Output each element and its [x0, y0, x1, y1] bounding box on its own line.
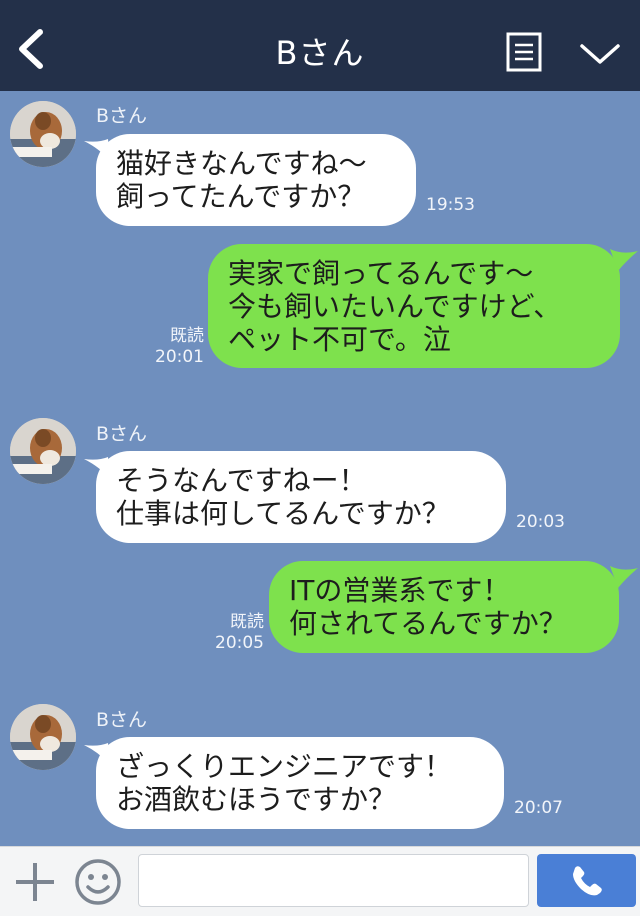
message-bubble-incoming[interactable]: そうなんですねー！ 仕事は何してるんですか？: [96, 451, 506, 543]
input-bar: [0, 846, 640, 916]
plus-icon[interactable]: [14, 861, 56, 903]
message-bubble-incoming[interactable]: ざっくりエンジニアです！ お酒飲むほうですか？: [96, 737, 504, 829]
phone-icon: [573, 866, 602, 896]
sender-name: Bさん: [96, 709, 148, 731]
cat-photo-icon: [10, 704, 76, 770]
call-button[interactable]: [537, 854, 636, 907]
sender-name: Bさん: [96, 423, 148, 445]
bubble-tail: [610, 566, 638, 588]
chat-header: Bさん: [0, 0, 640, 91]
message-list[interactable]: Bさん 猫好きなんですね〜 飼ってたんですか？ 19:53 既読 20:01 実…: [0, 91, 640, 846]
message-time: 20:05: [215, 633, 264, 653]
read-receipt: 既読: [170, 326, 204, 346]
avatar[interactable]: [10, 704, 76, 770]
message-bubble-outgoing[interactable]: ITの営業系です！ 何されてるんですか？: [269, 561, 619, 653]
message-input[interactable]: [138, 854, 529, 907]
chat-title: Bさん: [275, 34, 365, 72]
avatar[interactable]: [10, 101, 76, 167]
read-receipt: 既読: [230, 612, 264, 632]
sender-name: Bさん: [96, 105, 148, 127]
cat-photo-icon: [10, 418, 76, 484]
bubble-tail: [610, 249, 638, 271]
cat-photo-icon: [10, 101, 76, 167]
message-bubble-incoming[interactable]: 猫好きなんですね〜 飼ってたんですか？: [96, 134, 416, 226]
avatar[interactable]: [10, 418, 76, 484]
smiley-icon[interactable]: [74, 858, 122, 906]
message-time: 19:53: [426, 195, 475, 215]
message-time: 20:07: [514, 798, 563, 818]
message-bubble-outgoing[interactable]: 実家で飼ってるんです〜 今も飼いたいんですけど、 ペット不可で。泣: [208, 244, 620, 368]
notes-icon[interactable]: [506, 32, 542, 72]
message-time: 20:03: [516, 512, 565, 532]
message-time: 20:01: [155, 347, 204, 367]
chevron-down-icon[interactable]: [578, 36, 622, 70]
